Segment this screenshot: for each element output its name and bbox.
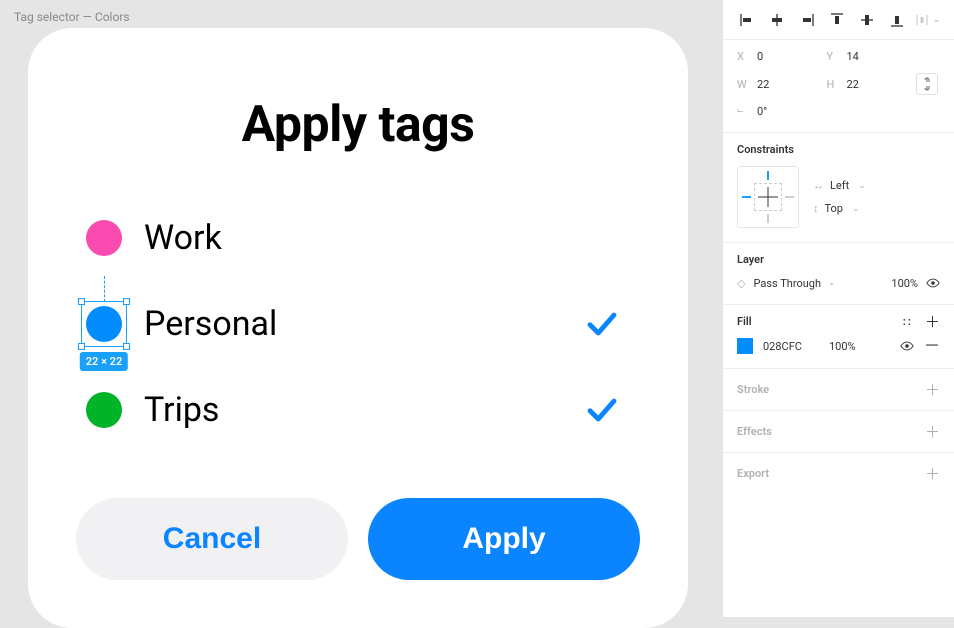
tag-dot-trips bbox=[86, 392, 122, 428]
align-top-icon[interactable] bbox=[823, 6, 851, 34]
align-left-icon[interactable] bbox=[733, 6, 761, 34]
align-hcenter-icon[interactable] bbox=[763, 6, 791, 34]
apply-button[interactable]: Apply bbox=[368, 498, 640, 580]
modal-title: Apply tags bbox=[76, 96, 640, 154]
layer-section: Layer ◇ Pass Through ⌄ 100% bbox=[723, 243, 954, 305]
selection-guide-line bbox=[104, 276, 105, 302]
x-value[interactable]: 0 bbox=[757, 50, 821, 63]
chevron-down-icon: ⌄ bbox=[858, 181, 866, 191]
selection-handle-bl[interactable] bbox=[78, 343, 85, 350]
style-four-dots-icon[interactable]: :: bbox=[903, 315, 913, 328]
tag-row-trips[interactable]: Trips bbox=[82, 372, 640, 448]
tag-label: Work bbox=[144, 218, 640, 258]
apply-tags-modal: Apply tags Work bbox=[28, 28, 688, 628]
selection-handle-tl[interactable] bbox=[78, 298, 85, 305]
fill-title: Fill bbox=[737, 315, 752, 328]
y-value[interactable]: 14 bbox=[847, 50, 911, 63]
vertical-arrow-icon: ↕ bbox=[813, 202, 819, 215]
selection-size-badge: 22 × 22 bbox=[80, 352, 128, 371]
layer-opacity-value[interactable]: 100% bbox=[891, 277, 918, 290]
fill-swatch[interactable] bbox=[737, 338, 753, 354]
chevron-down-icon: ⌄ bbox=[852, 204, 860, 214]
export-section[interactable]: Export ＋ bbox=[723, 453, 954, 494]
tag-dot-wrap bbox=[82, 216, 126, 260]
w-value[interactable]: 22 bbox=[757, 78, 821, 91]
tag-dot-work bbox=[86, 220, 122, 256]
checkmark-icon bbox=[584, 392, 620, 428]
export-title: Export bbox=[737, 467, 769, 480]
fill-hex-value[interactable]: 028CFC bbox=[763, 340, 819, 353]
align-right-icon[interactable] bbox=[793, 6, 821, 34]
fill-opacity-value[interactable]: 100% bbox=[829, 340, 869, 353]
constraints-title: Constraints bbox=[737, 143, 940, 156]
constraint-h-value: Left bbox=[830, 179, 849, 192]
constraints-diagram[interactable] bbox=[737, 166, 799, 228]
align-vcenter-icon[interactable] bbox=[853, 6, 881, 34]
constraint-v-value: Top bbox=[825, 202, 843, 215]
x-label: X bbox=[737, 50, 751, 63]
tag-label: Personal bbox=[144, 304, 584, 344]
blend-mode-value: Pass Through bbox=[753, 277, 821, 290]
position-section: X 0 Y 14 W 22 H 22 ⌐ 0° bbox=[723, 40, 954, 133]
effects-title: Effects bbox=[737, 425, 772, 438]
tag-dot-wrap-selected[interactable]: 22 × 22 bbox=[82, 302, 126, 346]
tag-row-personal[interactable]: 22 × 22 Personal bbox=[82, 286, 640, 362]
tag-list: Work 22 × 22 Personal bbox=[76, 200, 640, 448]
effects-section[interactable]: Effects ＋ bbox=[723, 411, 954, 453]
constraint-horizontal-select[interactable]: ↔ Left ⌄ bbox=[813, 179, 866, 192]
breadcrumb: Tag selector — Colors bbox=[14, 10, 130, 24]
selection-box[interactable] bbox=[81, 301, 127, 347]
layer-title: Layer bbox=[737, 253, 940, 266]
canvas-area[interactable]: Tag selector — Colors Apply tags Work bbox=[0, 0, 722, 617]
w-label: W bbox=[737, 78, 751, 91]
rotation-icon: ⌐ bbox=[737, 105, 751, 118]
tag-label: Trips bbox=[144, 390, 584, 430]
align-bottom-icon[interactable] bbox=[883, 6, 911, 34]
constraints-section: Constraints ↔ Left ⌄ ↕ Top bbox=[723, 133, 954, 243]
modal-button-row: Cancel Apply bbox=[76, 498, 640, 580]
y-label: Y bbox=[827, 50, 841, 63]
fill-section: Fill :: ＋ 028CFC 100% － bbox=[723, 305, 954, 369]
cancel-button[interactable]: Cancel bbox=[76, 498, 348, 580]
inspector-panel: ⌄ X 0 Y 14 W 22 H 22 ⌐ 0° Constraints bbox=[722, 0, 954, 617]
selection-handle-br[interactable] bbox=[123, 343, 130, 350]
tag-dot-wrap bbox=[82, 388, 126, 432]
blend-mode-select[interactable]: Pass Through ⌄ bbox=[753, 277, 883, 290]
selection-handle-tr[interactable] bbox=[123, 298, 130, 305]
stroke-title: Stroke bbox=[737, 383, 769, 396]
h-value[interactable]: 22 bbox=[847, 78, 911, 91]
checkmark-icon bbox=[584, 306, 620, 342]
stroke-section[interactable]: Stroke ＋ bbox=[723, 369, 954, 411]
blend-drop-icon: ◇ bbox=[737, 277, 745, 290]
chevron-down-icon: ⌄ bbox=[828, 278, 836, 288]
h-label: H bbox=[827, 78, 841, 91]
constraint-vertical-select[interactable]: ↕ Top ⌄ bbox=[813, 202, 866, 215]
horizontal-arrow-icon: ↔ bbox=[813, 179, 824, 192]
visibility-eye-icon[interactable] bbox=[900, 339, 914, 353]
tag-row-work[interactable]: Work bbox=[82, 200, 640, 276]
visibility-eye-icon[interactable] bbox=[926, 276, 940, 290]
rotation-value[interactable]: 0° bbox=[757, 105, 821, 118]
alignment-toolbar: ⌄ bbox=[723, 0, 954, 40]
link-dimensions-icon[interactable] bbox=[916, 73, 938, 95]
distribute-icon[interactable]: ⌄ bbox=[913, 6, 941, 34]
